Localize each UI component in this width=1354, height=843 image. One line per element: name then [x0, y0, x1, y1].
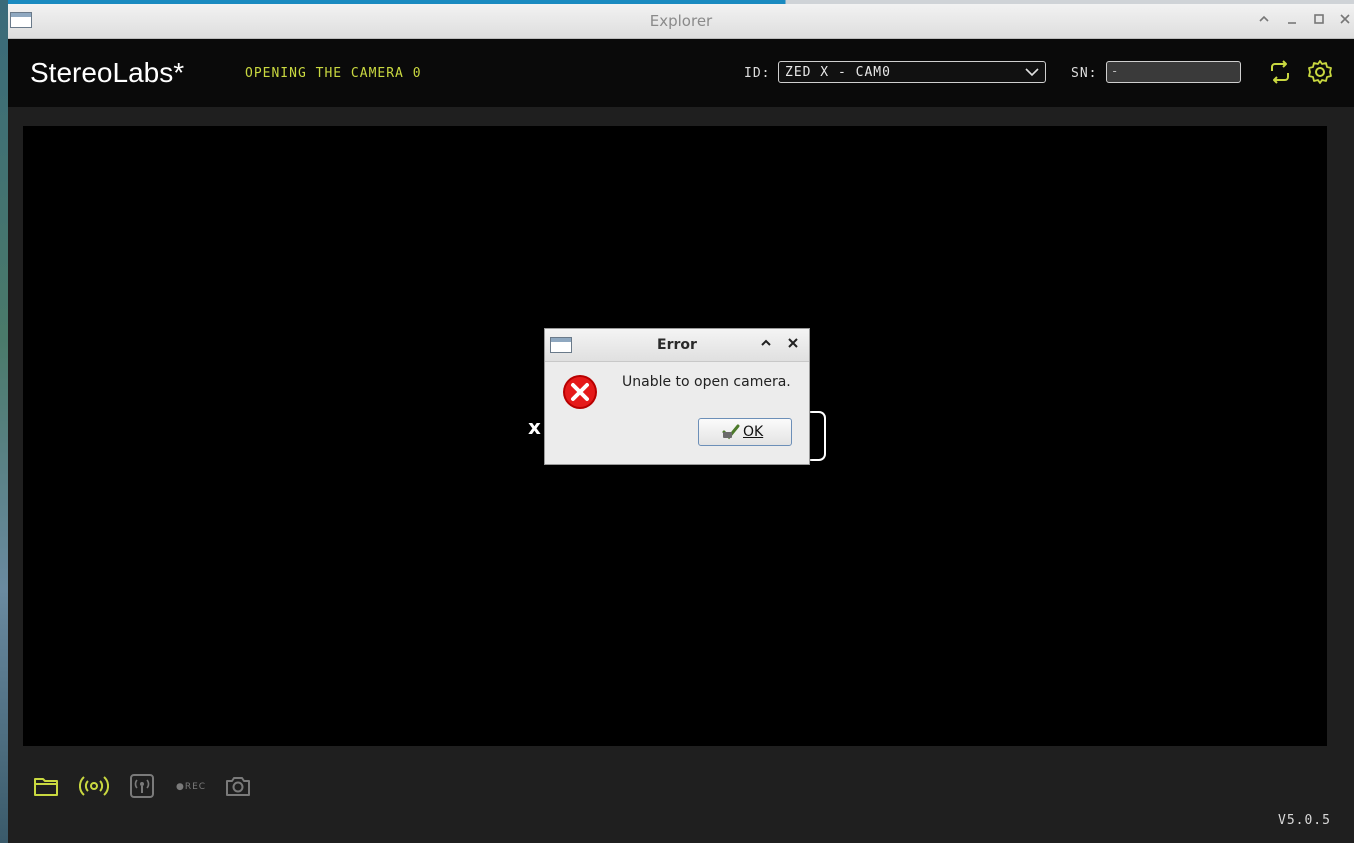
ok-button[interactable]: OK	[698, 418, 792, 446]
error-dialog: Error Unable to open camera. OK	[544, 328, 810, 465]
app-header: StereoLabs* OPENING THE CAMERA 0 ID: ZED…	[8, 39, 1354, 107]
chevron-up-icon[interactable]	[1254, 10, 1274, 30]
window-title: Explorer	[649, 12, 713, 30]
sn-label: SN:	[1071, 66, 1098, 81]
error-icon	[563, 375, 597, 409]
camera-snapshot-icon[interactable]	[223, 772, 253, 800]
camera-id-value: ZED X - CAM0	[785, 65, 891, 80]
chevron-down-icon	[1025, 68, 1039, 77]
record-icon[interactable]: ●REC	[176, 782, 206, 792]
checkmark-icon	[722, 424, 740, 440]
chevron-up-icon[interactable]	[757, 335, 775, 353]
status-text: OPENING THE CAMERA 0	[245, 66, 422, 81]
folder-icon[interactable]	[32, 772, 60, 800]
close-icon[interactable]	[1335, 10, 1354, 30]
loader-bracket	[808, 411, 826, 461]
desktop-background-strip	[0, 0, 8, 843]
id-label: ID:	[744, 66, 771, 81]
network-stream-icon[interactable]	[128, 772, 156, 800]
refresh-icon[interactable]	[1267, 59, 1293, 85]
close-icon[interactable]	[784, 335, 802, 353]
window-titlebar[interactable]: Explorer	[8, 4, 1354, 39]
brand-logo: StereoLabs*	[30, 57, 185, 88]
camera-id-select[interactable]: ZED X - CAM0	[778, 61, 1046, 83]
maximize-icon[interactable]	[1309, 10, 1329, 30]
ok-button-label: OK	[743, 424, 764, 440]
minimize-icon[interactable]	[1282, 10, 1302, 30]
settings-gear-icon[interactable]	[1307, 59, 1333, 85]
serial-number-field[interactable]: -	[1106, 61, 1241, 83]
dialog-message: Unable to open camera.	[622, 374, 791, 390]
live-stream-icon[interactable]	[79, 772, 109, 800]
version-label: V5.0.5	[1278, 813, 1331, 828]
loader-fragment: x	[528, 415, 541, 439]
dialog-titlebar[interactable]: Error	[545, 329, 809, 362]
